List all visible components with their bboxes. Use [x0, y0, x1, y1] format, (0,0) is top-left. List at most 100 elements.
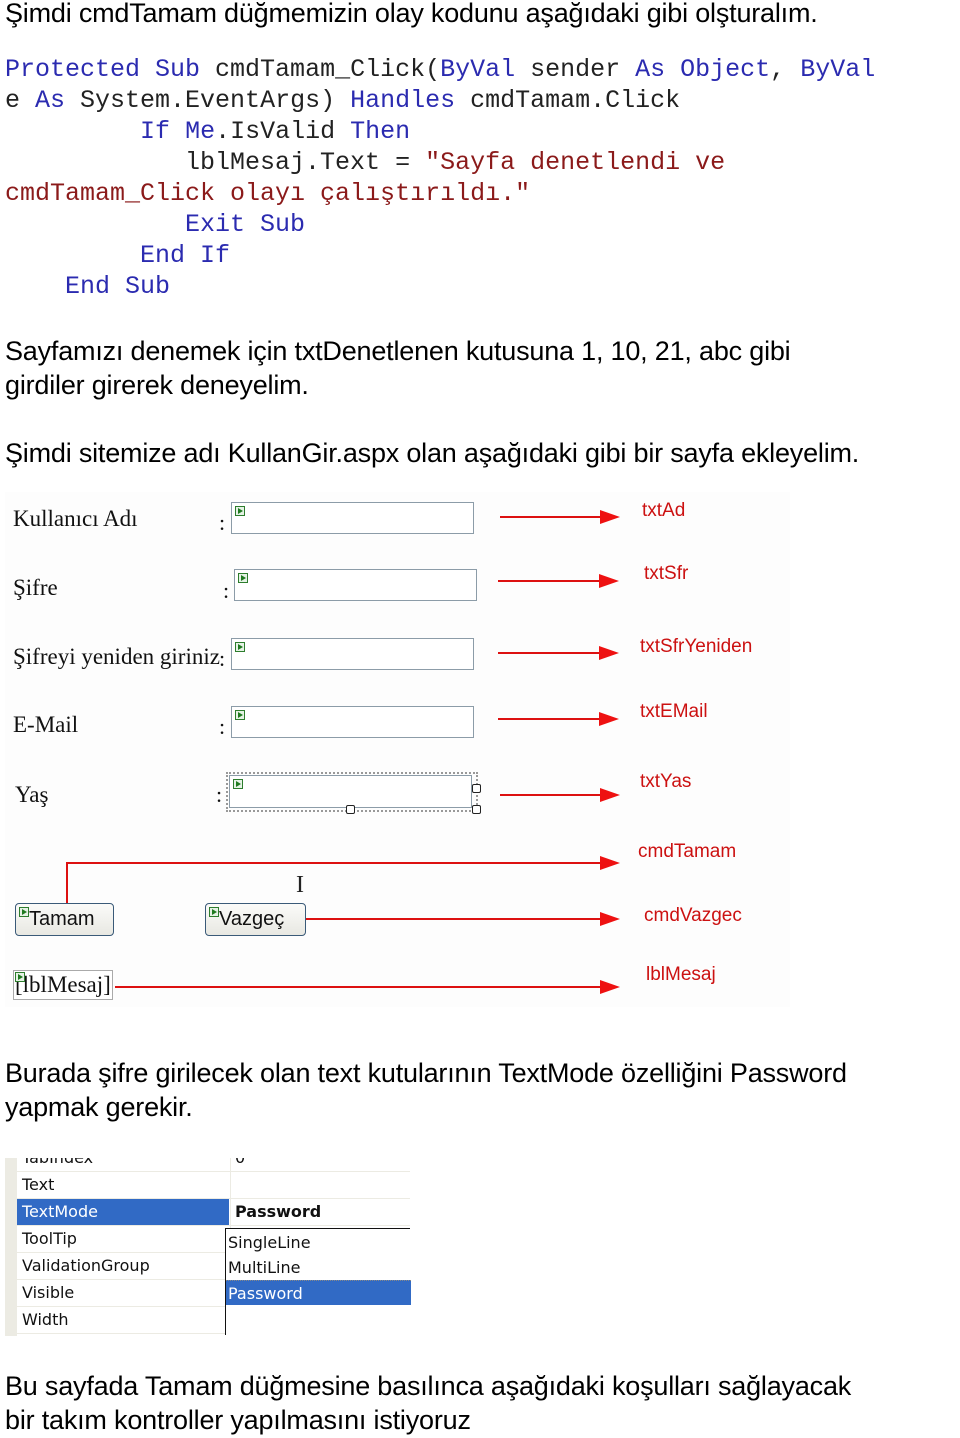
- tamam-button-label: Tamam: [29, 908, 95, 930]
- code-keyword: ByVal: [800, 55, 876, 84]
- annotation-txtemail: txtEMail: [640, 701, 708, 722]
- lblmesaj-text: [lblMesaj]: [15, 972, 111, 997]
- dropdown-option-multiline[interactable]: MultiLine: [226, 1255, 411, 1280]
- code-keyword: Exit Sub: [185, 210, 306, 239]
- resize-handle-bottom-right[interactable]: [472, 805, 481, 814]
- vazgec-button[interactable]: Vazgeç: [205, 903, 306, 936]
- arrow-txtyas: [500, 788, 620, 802]
- property-name: Visible: [22, 1283, 75, 1302]
- test-paragraph-line-2: girdiler girerek deneyelim.: [5, 370, 309, 400]
- arrow-txtsfryeniden: [498, 646, 619, 660]
- arrow-cmdtamam: [66, 856, 620, 870]
- field-colon: :: [219, 646, 226, 671]
- property-row-text[interactable]: Text: [17, 1172, 410, 1199]
- password-paragraph-line-1: Burada şifre girilecek olan text kutular…: [5, 1058, 847, 1088]
- txtsfryeniden-textbox[interactable]: [231, 638, 474, 670]
- code-text: lblMesaj.Text =: [185, 148, 426, 177]
- arrow-cmdvazgec: [306, 912, 620, 926]
- property-row-textmode[interactable]: TextMode Password: [17, 1199, 410, 1226]
- final-paragraph-line-1: Bu sayfada Tamam düğmesine basılınca aşa…: [5, 1371, 852, 1401]
- txtemail-textbox[interactable]: [231, 706, 474, 738]
- code-string: "Sayfa denetlendi ve: [425, 148, 726, 177]
- property-name: Text: [22, 1175, 55, 1194]
- code-keyword: End Sub: [65, 272, 171, 301]
- annotation-txtad: txtAd: [642, 500, 686, 521]
- code-line-2: e As System.EventArgs) Handles cmdTamam.…: [5, 85, 680, 116]
- arrow-txtad: [500, 510, 620, 524]
- code-keyword: Then: [350, 117, 411, 146]
- code-line-6: Exit Sub: [5, 209, 305, 240]
- property-name: ValidationGroup: [22, 1256, 150, 1275]
- code-string: cmdTamam_Click olayı çalıştırıldı.": [5, 179, 531, 208]
- code-text: e: [5, 86, 36, 115]
- txtsfr-textbox[interactable]: [234, 569, 477, 601]
- resize-handle-bottom[interactable]: [346, 805, 355, 814]
- code-keyword: Protected Sub: [5, 55, 201, 84]
- smart-tag-icon[interactable]: [15, 972, 25, 982]
- code-keyword: End If: [140, 241, 231, 270]
- annotation-lblmesaj: lblMesaj: [646, 964, 716, 985]
- field-label-password-repeat: Şifreyi yeniden giriniz: [13, 644, 220, 669]
- final-paragraph-line-2: bir takım kontroller yapılmasını istiyor…: [5, 1405, 471, 1435]
- form-designer-screenshot: Kullanıcı Adı : txtAd Şifre : txtSfr Şif…: [5, 492, 790, 1007]
- code-line-4: lblMesaj.Text = "Sayfa denetlendi ve: [5, 147, 725, 178]
- field-label-username: Kullanıcı Adı: [13, 506, 138, 531]
- property-name: ToolTip: [22, 1229, 77, 1248]
- vazgec-button-label: Vazgeç: [219, 908, 285, 930]
- smart-tag-icon[interactable]: [235, 506, 245, 516]
- annotation-txtsfr: txtSfr: [644, 563, 689, 584]
- dropdown-option-password[interactable]: Password: [226, 1280, 411, 1305]
- code-line-8: End Sub: [5, 271, 170, 302]
- smart-tag-icon[interactable]: [209, 907, 219, 917]
- field-colon: :: [219, 510, 226, 535]
- password-paragraph-line-2: yapmak gerekir.: [5, 1092, 193, 1122]
- annotation-txtsfryeniden: txtSfrYeniden: [640, 636, 753, 657]
- annotation-txtyas: txtYas: [640, 771, 692, 792]
- smart-tag-icon[interactable]: [233, 779, 243, 789]
- code-keyword: As: [35, 86, 66, 115]
- code-keyword: If: [140, 117, 171, 146]
- field-colon: :: [219, 714, 226, 739]
- dropdown-option-singleline[interactable]: SingleLine: [226, 1230, 411, 1255]
- intro-paragraph: Şimdi cmdTamam düğmemizin olay kodunu aş…: [5, 0, 818, 28]
- text-cursor-icon: I: [296, 872, 304, 898]
- code-line-5: cmdTamam_Click olayı çalıştırıldı.": [5, 178, 530, 209]
- property-value[interactable]: Password: [235, 1202, 321, 1221]
- property-row-tabindex[interactable]: TabIndex 0: [17, 1158, 410, 1172]
- code-line-1: Protected Sub cmdTamam_Click( ByVal sende…: [5, 54, 875, 85]
- code-keyword: Me: [185, 117, 216, 146]
- smart-tag-icon[interactable]: [19, 907, 29, 917]
- column-divider: [230, 1199, 231, 1225]
- code-text: ,: [770, 55, 801, 84]
- tamam-button[interactable]: Tamam: [15, 903, 114, 936]
- lblmesaj-label-control[interactable]: [lblMesaj]: [13, 970, 113, 1000]
- field-label-email: E-Mail: [13, 712, 79, 737]
- field-label-age: Yaş: [15, 782, 49, 807]
- arrow-lblmesaj: [115, 980, 620, 994]
- field-colon: :: [223, 578, 230, 603]
- txtad-textbox[interactable]: [231, 502, 474, 534]
- txtyas-textbox[interactable]: [229, 775, 472, 808]
- code-text: cmdTamam_Click(: [200, 55, 441, 84]
- add-page-paragraph: Şimdi sitemize adı KullanGir.aspx olan a…: [5, 438, 860, 468]
- code-keyword: Handles: [350, 86, 456, 115]
- annotation-cmdvazgec: cmdVazgec: [644, 905, 742, 926]
- code-text: cmdTamam.Click: [455, 86, 681, 115]
- property-value: 0: [235, 1158, 245, 1167]
- code-text: sender: [515, 55, 636, 84]
- code-text: .IsValid: [215, 117, 351, 146]
- property-grid-gutter: [5, 1158, 17, 1336]
- field-colon: :: [216, 782, 223, 807]
- code-line-7: End If: [5, 240, 230, 271]
- textmode-dropdown-list[interactable]: SingleLine MultiLine Password: [225, 1228, 411, 1335]
- smart-tag-icon[interactable]: [238, 573, 248, 583]
- smart-tag-icon[interactable]: [235, 710, 245, 720]
- smart-tag-icon[interactable]: [235, 642, 245, 652]
- resize-handle-right[interactable]: [472, 784, 481, 793]
- code-text: System.EventArgs): [65, 86, 351, 115]
- field-label-password: Şifre: [13, 575, 58, 600]
